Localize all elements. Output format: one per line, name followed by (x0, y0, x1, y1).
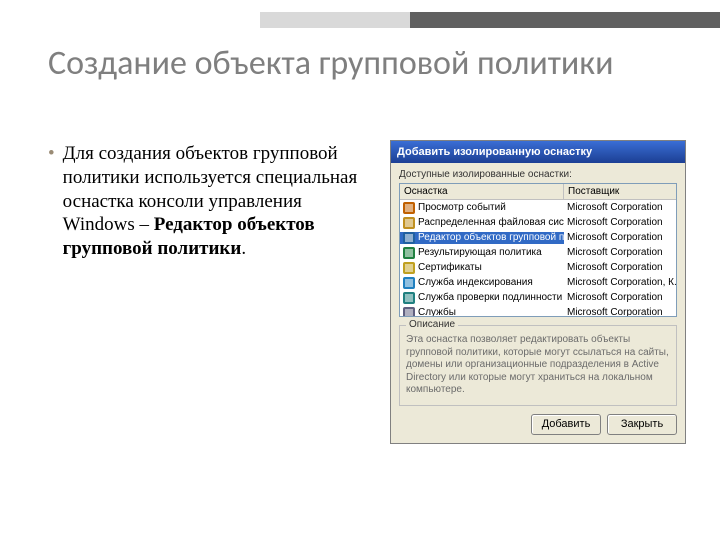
available-snapins-label: Доступные изолированные оснастки: (399, 169, 677, 180)
bullet-text-post: . (241, 238, 246, 259)
list-item[interactable]: Служба индексирования Microsoft Corporati… (400, 275, 676, 290)
dfs-icon (403, 217, 415, 229)
snapin-vendor: Microsoft Corporation (564, 247, 676, 258)
snapin-name: Служба индексирования (418, 277, 533, 288)
dialog-titlebar[interactable]: Добавить изолированную оснастку (391, 141, 685, 163)
slide-top-accent (0, 0, 720, 38)
list-header: Оснастка Поставщик (400, 184, 676, 200)
description-legend: Описание (406, 319, 458, 330)
list-item[interactable]: Результирующая политика Microsoft Corpora… (400, 245, 676, 260)
snapin-name: Распределенная файловая систем... (418, 217, 564, 228)
event-viewer-icon (403, 202, 415, 214)
snapin-name: Службы (418, 307, 456, 317)
description-groupbox: Описание Эта оснастка позволяет редактир… (399, 325, 677, 406)
snapin-vendor: Microsoft Corporation (564, 217, 676, 228)
bullet-dot-icon: • (48, 142, 55, 261)
slide-title: Создание объекта групповой политики (48, 44, 680, 83)
list-item[interactable]: Распределенная файловая систем...Microso… (400, 215, 676, 230)
snapin-name: Служба проверки подлинности в И... (418, 292, 564, 303)
list-item[interactable]: Сертификаты Microsoft Corporation (400, 260, 676, 275)
description-text: Эта оснастка позволяет редактировать объ… (406, 334, 670, 397)
snapin-vendor: Microsoft Corporation (564, 232, 676, 243)
snapin-name: Результирующая политика (418, 247, 542, 258)
list-item[interactable]: Служба проверки подлинности в И...Micros… (400, 290, 676, 305)
snapin-name: Просмотр событий (418, 202, 506, 213)
slide-body: • Для создания объектов групповой полити… (48, 142, 358, 261)
snapin-vendor: Microsoft Corporation (564, 262, 676, 273)
list-item[interactable]: Службы Microsoft Corporation (400, 305, 676, 317)
snapin-vendor: Microsoft Corporation (564, 202, 676, 213)
add-snapin-dialog: Добавить изолированную оснастку Доступны… (390, 140, 686, 444)
close-button[interactable]: Закрыть (607, 414, 677, 435)
snapin-name: Редактор объектов групповой поли... (418, 232, 564, 243)
add-button[interactable]: Добавить (531, 414, 601, 435)
gpo-editor-icon (403, 232, 415, 244)
certs-icon (403, 262, 415, 274)
services-icon (403, 307, 415, 318)
snapin-listbox[interactable]: Оснастка Поставщик Просмотр событий Micro… (399, 183, 677, 317)
rsop-icon (403, 247, 415, 259)
bullet-item: • Для создания объектов групповой полити… (48, 142, 358, 261)
column-vendor[interactable]: Поставщик (564, 184, 676, 199)
list-item[interactable]: Просмотр событий Microsoft Corporation (400, 200, 676, 215)
snapin-vendor: Microsoft Corporation (564, 307, 676, 317)
snapin-vendor: Microsoft Corporation (564, 292, 676, 303)
ipauth-icon (403, 292, 415, 304)
dialog-title: Добавить изолированную оснастку (397, 146, 592, 158)
snapin-name: Сертификаты (418, 262, 482, 273)
list-item[interactable]: Редактор объектов групповой поли...Micro… (400, 230, 676, 245)
index-icon (403, 277, 415, 289)
column-snapin[interactable]: Оснастка (400, 184, 564, 199)
snapin-vendor: Microsoft Corporation, К... (564, 277, 676, 288)
